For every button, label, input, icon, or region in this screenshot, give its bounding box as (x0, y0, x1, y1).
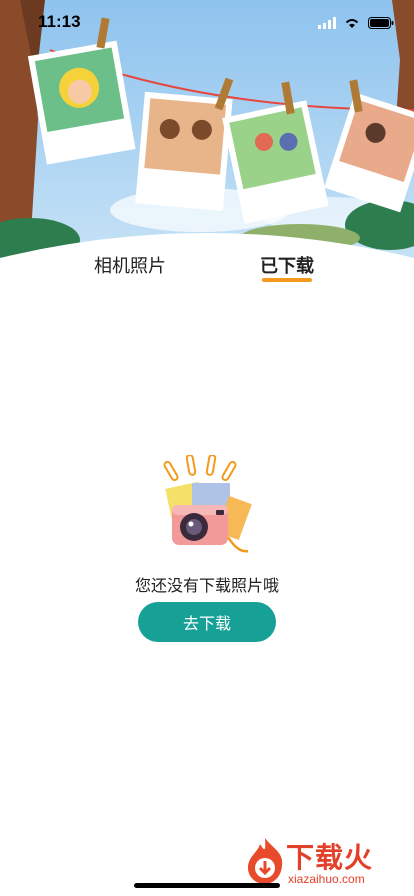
camera-illustration-icon (158, 454, 258, 559)
signal-icon (318, 14, 336, 33)
status-bar: 11:13 (0, 0, 414, 44)
tab-downloaded[interactable]: 已下载 (260, 252, 314, 278)
tab-camera-photos[interactable]: 相机照片 (94, 252, 166, 278)
empty-message: 您还没有下载照片哦 (134, 576, 279, 595)
battery-icon (368, 14, 394, 33)
status-time: 11:13 (38, 12, 81, 31)
go-download-button[interactable]: 去下载 (138, 602, 276, 642)
watermark-url: xiazaihuo.com (288, 872, 365, 886)
active-tab-indicator (262, 278, 312, 282)
watermark-logo: 下载火 xiazaihuo.com (238, 834, 408, 890)
flame-logo-icon (247, 838, 283, 884)
watermark-brand: 下载火 (286, 841, 374, 874)
wifi-icon (344, 14, 360, 33)
tab-bar: 相机照片 已下载 (0, 244, 414, 294)
status-icons (318, 14, 394, 33)
home-indicator (134, 883, 280, 888)
